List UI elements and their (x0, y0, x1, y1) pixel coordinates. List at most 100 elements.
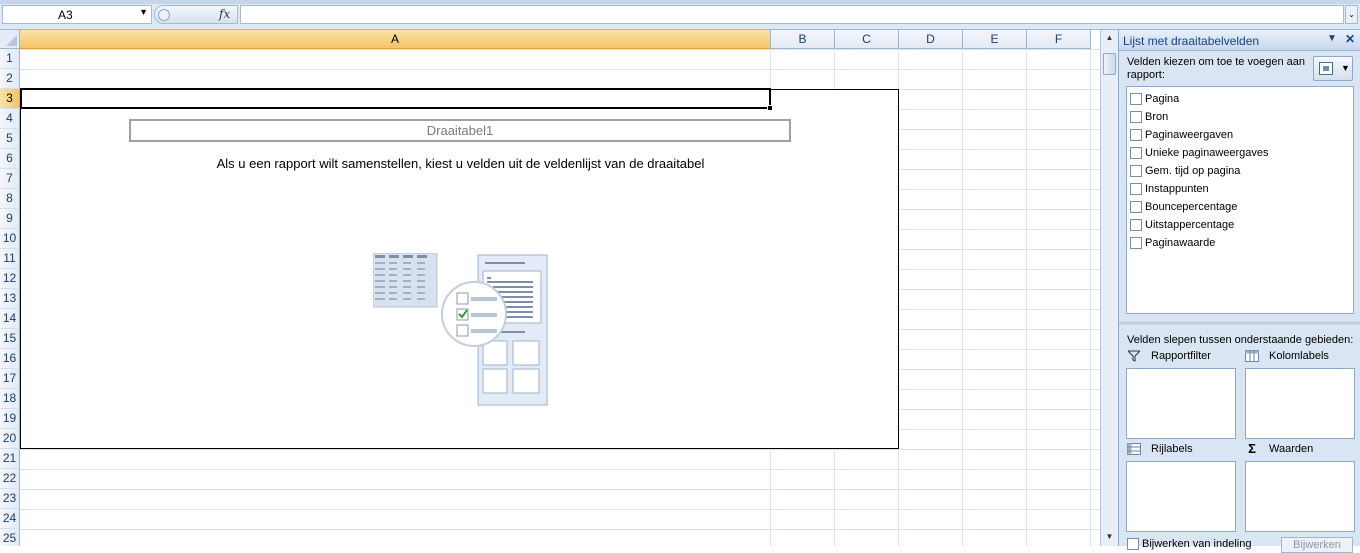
name-box[interactable]: A3 ▼ (2, 5, 152, 24)
column-labels-label: Kolomlabels (1269, 350, 1329, 362)
column-gridline (962, 49, 963, 546)
row-header-16[interactable]: 16 (0, 349, 20, 369)
panel-splitter[interactable] (1119, 322, 1360, 325)
row-header-25[interactable]: 25 (0, 529, 20, 546)
row-header-14[interactable]: 14 (0, 309, 20, 329)
row-header-5[interactable]: 5 (0, 129, 20, 149)
field-checkbox[interactable] (1130, 111, 1142, 123)
field-item[interactable]: Unieke paginaweergaves (1127, 144, 1353, 162)
field-item[interactable]: Paginaweergaven (1127, 126, 1353, 144)
field-item[interactable]: Bron (1127, 108, 1353, 126)
defer-layout-checkbox[interactable] (1127, 538, 1139, 550)
row-header-4[interactable]: 4 (0, 109, 20, 129)
sigma-icon: Σ (1248, 441, 1256, 456)
row-labels-label: Rijlabels (1151, 443, 1193, 455)
row-header-2[interactable]: 2 (0, 69, 20, 89)
column-header-f[interactable]: F (1027, 30, 1091, 49)
row-labels-icon (1127, 443, 1141, 455)
worksheet-grid[interactable]: ABCDEF 1 2 3 4 5 6 7 8 9 10 11 12 13 14 15 16 17 18 19 20 21… (0, 30, 1100, 546)
row-header-18[interactable]: 18 (0, 389, 20, 409)
field-label: Uitstappercentage (1145, 219, 1235, 231)
field-checkbox[interactable] (1130, 129, 1142, 141)
name-box-dropdown-icon[interactable]: ▼ (139, 7, 148, 17)
field-list-layout-button[interactable]: ▼ (1313, 56, 1353, 81)
field-label: Paginaweergaven (1145, 129, 1234, 141)
field-label: Pagina (1145, 93, 1180, 105)
insert-function-button[interactable]: fx (219, 7, 230, 21)
row-header-24[interactable]: 24 (0, 509, 20, 529)
vertical-scrollbar[interactable]: ▲ ▼ (1100, 30, 1118, 546)
field-list[interactable]: Pagina Bron Paginaweergaven Unieke paginawe… (1126, 86, 1354, 314)
row-header-11[interactable]: 11 (0, 249, 20, 269)
field-checkbox[interactable] (1130, 183, 1142, 195)
field-item[interactable]: Pagina (1127, 90, 1353, 108)
column-header-e[interactable]: E (963, 30, 1027, 49)
chevron-down-icon: ▼ (1341, 63, 1350, 73)
expand-formula-bar-icon[interactable]: ⌄ (1345, 5, 1358, 24)
field-checkbox[interactable] (1130, 147, 1142, 159)
row-header-9[interactable]: 9 (0, 209, 20, 229)
pivot-table-placeholder[interactable]: Draaitabel1 Als u een rapport wilt samen… (20, 89, 899, 449)
field-checkbox[interactable] (1130, 237, 1142, 249)
row-header-22[interactable]: 22 (0, 469, 20, 489)
column-header-c[interactable]: C (835, 30, 899, 49)
report-filter-zone[interactable] (1126, 368, 1236, 439)
update-button[interactable]: Bijwerken (1281, 537, 1353, 553)
ribbon-edge (0, 0, 1360, 4)
formula-input[interactable] (240, 5, 1344, 24)
row-header-3[interactable]: 3 (0, 89, 20, 109)
field-checkbox[interactable] (1130, 201, 1142, 213)
panel-options-dropdown-icon[interactable]: ▼ (1327, 33, 1337, 44)
values-header: Σ Waarden (1245, 441, 1314, 456)
select-all-button[interactable] (0, 30, 20, 49)
row-header-13[interactable]: 13 (0, 289, 20, 309)
column-header-b[interactable]: B (771, 30, 835, 49)
field-item[interactable]: Gem. tijd op pagina (1127, 162, 1353, 180)
defer-layout-update[interactable]: Bijwerken van indeling (1127, 538, 1251, 550)
row-header-10[interactable]: 10 (0, 229, 20, 249)
row-header-1[interactable]: 1 (0, 49, 20, 69)
row-headers: 1 2 3 4 5 6 7 8 9 10 11 12 13 14 15 16 17 18 19 20 21 22 23 24 2… (0, 49, 20, 546)
row-header-7[interactable]: 7 (0, 169, 20, 189)
row-header-15[interactable]: 15 (0, 329, 20, 349)
field-item[interactable]: Instappunten (1127, 180, 1353, 198)
report-filter-label: Rapportfilter (1151, 350, 1211, 362)
report-filter-header: Rapportfilter (1126, 350, 1211, 362)
pivot-field-list-panel: Lijst met draaitabelvelden ▼ ✕ Velden ki… (1118, 30, 1360, 553)
field-checkbox[interactable] (1130, 93, 1142, 105)
row-header-20[interactable]: 20 (0, 429, 20, 449)
fill-handle[interactable] (767, 105, 773, 111)
formula-bar-resize-handle[interactable] (158, 9, 170, 21)
row-header-21[interactable]: 21 (0, 449, 20, 469)
field-label: Gem. tijd op pagina (1145, 165, 1241, 177)
column-labels-icon (1245, 350, 1259, 362)
row-header-8[interactable]: 8 (0, 189, 20, 209)
values-zone[interactable] (1245, 461, 1355, 532)
layout-icon (1319, 62, 1333, 75)
field-item[interactable]: Bouncepercentage (1127, 198, 1353, 216)
row-header-6[interactable]: 6 (0, 149, 20, 169)
scroll-down-icon[interactable]: ▼ (1103, 530, 1116, 544)
row-header-19[interactable]: 19 (0, 409, 20, 429)
row-header-23[interactable]: 23 (0, 489, 20, 509)
field-checkbox[interactable] (1130, 165, 1142, 177)
field-label: Bouncepercentage (1145, 201, 1238, 213)
column-labels-zone[interactable] (1245, 368, 1355, 439)
row-header-17[interactable]: 17 (0, 369, 20, 389)
scroll-up-icon[interactable]: ▲ (1103, 31, 1116, 45)
close-icon[interactable]: ✕ (1345, 32, 1355, 46)
name-box-value: A3 (58, 8, 73, 22)
values-label: Waarden (1269, 443, 1314, 455)
row-header-12[interactable]: 12 (0, 269, 20, 289)
row-labels-header: Rijlabels (1127, 443, 1193, 455)
drag-fields-label: Velden slepen tussen onderstaande gebied… (1127, 334, 1354, 346)
field-item[interactable]: Uitstappercentage (1127, 216, 1353, 234)
field-label: Bron (1145, 111, 1169, 123)
row-labels-zone[interactable] (1126, 461, 1236, 532)
scroll-thumb[interactable] (1103, 53, 1116, 75)
field-item[interactable]: Paginawaarde (1127, 234, 1353, 252)
column-gridline (1090, 49, 1091, 546)
field-checkbox[interactable] (1130, 219, 1142, 231)
column-header-d[interactable]: D (899, 30, 963, 49)
column-header-a[interactable]: A (20, 30, 771, 49)
